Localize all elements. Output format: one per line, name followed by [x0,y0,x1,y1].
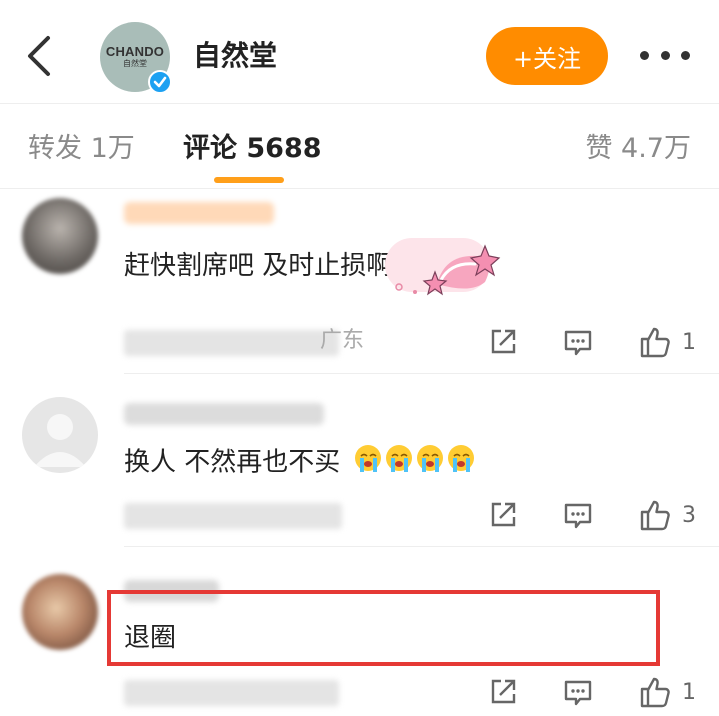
reply-button[interactable] [562,674,594,710]
more-icon[interactable] [640,40,690,70]
share-button[interactable] [487,497,519,533]
comment-actions: 1 [0,324,719,360]
comment-text: 退圈 [124,623,177,653]
avatar[interactable] [22,574,98,650]
share-button[interactable] [487,674,519,710]
like-button[interactable]: 1 [638,324,696,360]
thumbs-up-icon [640,677,670,708]
verified-icon [148,70,172,94]
comment-text: 换人 不然再也不买 [124,441,477,485]
comment-item: 赶快割席吧 及时止损啊 广东 1 [0,190,719,374]
reply-button[interactable] [562,324,594,360]
comment-actions: 3 [0,497,719,533]
comment-text-content: 换人 不然再也不买 [124,447,341,478]
comment-icon [564,330,592,356]
like-count: 3 [682,502,696,528]
comment-icon [564,680,592,706]
username-blurred[interactable] [124,202,274,224]
tab-repost[interactable]: 转发 1万 [28,131,135,167]
avatar[interactable] [22,198,98,274]
like-button[interactable]: 1 [638,674,696,710]
share-icon [491,679,516,704]
brand-logo-text: CHANDO [105,44,165,59]
comment-item: 换人 不然再也不买 3 [0,375,719,547]
like-count: 1 [682,329,696,355]
share-icon [491,502,516,527]
comment-text: 赶快割席吧 及时止损啊 [124,251,393,281]
like-count: 1 [682,679,696,705]
brand-logo-subtext: 自然堂 [123,59,147,68]
divider [124,546,719,547]
crying-emoji-icon [353,441,477,485]
back-button[interactable] [18,30,62,82]
back-arrow-icon [28,36,50,76]
username-blurred[interactable] [124,580,219,602]
divider [124,373,719,374]
comment-icon [564,503,592,529]
username-blurred[interactable] [124,403,324,425]
comment-actions: 1 [0,674,719,710]
active-tab-indicator [214,177,284,183]
like-button[interactable]: 3 [638,497,696,533]
comment-item: 退圈 1 [0,548,719,716]
reply-button[interactable] [562,497,594,533]
tab-comments[interactable]: 评论 5688 [183,131,322,167]
follow-button[interactable]: +关注 [486,27,608,85]
top-bar: CHANDO 自然堂 自然堂 +关注 [0,0,719,104]
avatar[interactable] [22,397,98,473]
tab-likes[interactable]: 赞 4.7万 [585,131,691,167]
thumbs-up-icon [640,327,670,358]
share-icon [491,329,516,354]
sticker-icon [385,232,505,302]
thumbs-up-icon [640,500,670,531]
tab-bar: 转发 1万 评论 5688 赞 4.7万 [0,105,719,189]
share-button[interactable] [487,324,519,360]
account-name[interactable]: 自然堂 [193,38,277,74]
